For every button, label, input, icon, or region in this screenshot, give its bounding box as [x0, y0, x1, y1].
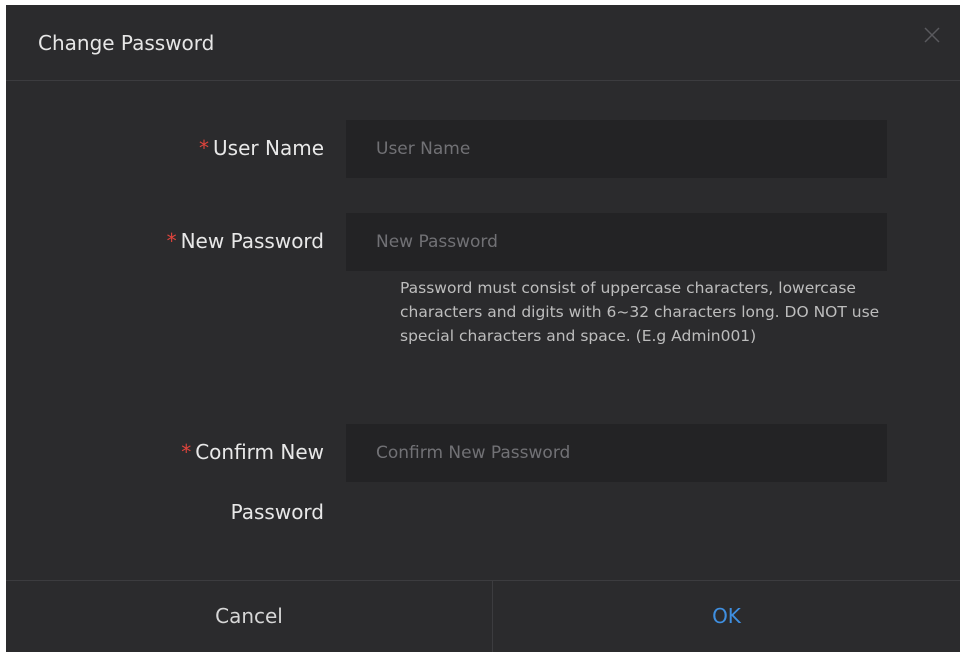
- confirm-password-label-line1: Confirm New: [195, 440, 324, 464]
- new-password-input[interactable]: [346, 213, 887, 271]
- confirm-password-label-line2: Password: [230, 500, 324, 524]
- user-name-label-text: User Name: [213, 136, 324, 160]
- dialog-title: Change Password: [38, 31, 215, 55]
- required-mark: *: [181, 440, 192, 464]
- close-icon-glyph: [924, 27, 940, 43]
- new-password-label-text: New Password: [180, 229, 324, 253]
- password-hint: Password must consist of uppercase chara…: [400, 279, 880, 345]
- new-password-label: * New Password: [24, 227, 324, 255]
- required-mark: *: [166, 229, 177, 253]
- close-icon[interactable]: [920, 23, 944, 47]
- user-name-input[interactable]: [346, 120, 887, 178]
- change-password-dialog: Change Password *User Name *New Password…: [6, 5, 960, 652]
- dialog-footer: Cancel OK: [6, 580, 960, 652]
- confirm-password-label: * Confirm New: [24, 438, 324, 466]
- confirm-password-input[interactable]: [346, 424, 887, 482]
- cancel-button[interactable]: Cancel: [6, 581, 493, 652]
- ok-button[interactable]: OK: [493, 581, 960, 652]
- dialog-header: Change Password: [6, 5, 960, 81]
- user-name-label: * User Name: [24, 134, 324, 162]
- required-mark: *: [199, 136, 210, 160]
